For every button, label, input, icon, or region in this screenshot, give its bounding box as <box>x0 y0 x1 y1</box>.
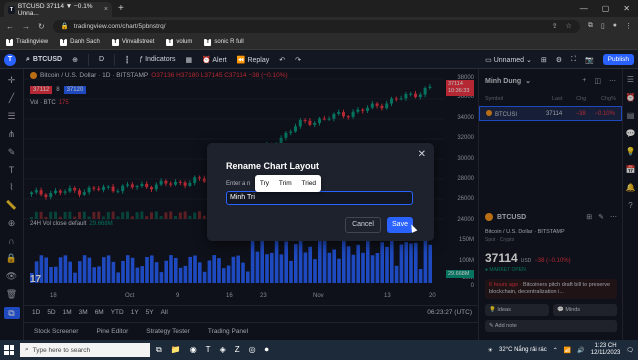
suggestion-item[interactable]: Trim <box>279 180 292 187</box>
compare-icon[interactable]: ⊕ <box>72 56 78 64</box>
indicators-button[interactable]: ƒ Indicators <box>139 56 175 63</box>
weather-icon[interactable]: ☀ <box>488 347 493 354</box>
settings-icon[interactable]: ⚙ <box>556 56 562 64</box>
profile-icon[interactable]: ● <box>613 22 617 30</box>
suggestion-item[interactable]: Try <box>260 180 269 187</box>
suggestion-item[interactable]: Tried <box>301 180 316 187</box>
extensions-icon[interactable]: ⧉ <box>588 22 593 30</box>
browser-icon[interactable]: ◎ <box>249 345 256 355</box>
forward-icon[interactable]: → <box>22 22 30 31</box>
tv-logo-icon[interactable]: T <box>4 53 16 66</box>
windows-start-icon[interactable] <box>4 345 14 355</box>
zalo-icon[interactable]: Z <box>235 345 240 355</box>
tradingview-favicon: T <box>8 5 15 14</box>
lock-icon: 🔒 <box>60 23 69 30</box>
bookmark-vinvallstreet[interactable]: T Vinvallstreet <box>111 38 154 46</box>
close-window-icon[interactable]: ✕ <box>623 4 630 13</box>
bookmark-danh-sach[interactable]: T Danh Sach <box>60 38 100 46</box>
tv-icon: T <box>60 38 68 46</box>
notifications-icon[interactable]: 🗨 <box>626 347 634 354</box>
close-tab-icon[interactable]: × <box>104 6 108 13</box>
bookmarks-bar: T Tradingview T Danh Sach T Vinvallstreet T… <box>0 35 638 50</box>
bookmark-sonic-r[interactable]: Tsonic R full <box>204 38 244 46</box>
address-bar: ← → ↻ 🔒 tradingview.com/chart/5pbnstrq/ … <box>0 17 638 35</box>
clock[interactable]: 1:23 CH 12/11/2023 <box>591 343 621 357</box>
record-icon[interactable]: ⏺ <box>265 345 269 355</box>
task-view-icon[interactable]: ⧉ <box>156 345 162 355</box>
reload-icon[interactable]: ↻ <box>38 22 45 31</box>
cancel-button[interactable]: Cancel <box>345 217 381 233</box>
divider <box>87 53 89 66</box>
maximize-icon[interactable]: ▢ <box>602 4 610 13</box>
url-text: tradingview.com/chart/5pbnstrq/ <box>73 22 166 30</box>
bookmark-tradingview[interactable]: T Tradingview <box>6 38 48 46</box>
tab-title: BTCUSD 37114 ▼ −0.1% Unna... <box>17 2 93 17</box>
file-explorer-icon[interactable]: 📁 <box>171 345 181 355</box>
dialog-title: Rename Chart Layout <box>226 161 320 171</box>
autocomplete-suggestions: Try Trim Tried <box>255 175 321 192</box>
rename-dialog: Rename Chart Layout ✕ Enter a n Minh Tri… <box>207 143 434 241</box>
browser-tabbar: T BTCUSD 37114 ▼ −0.1% Unna... × + — ▢ ✕ <box>0 0 638 17</box>
fullscreen-icon[interactable]: ⛶ <box>571 56 576 64</box>
tv-icon: T <box>204 38 212 46</box>
app-icon[interactable]: ◈ <box>220 345 226 355</box>
bookmark-volum[interactable]: Tvolum <box>166 38 192 46</box>
volume-icon[interactable]: 🔊 <box>577 347 584 354</box>
system-tray: ☀ 32°C Nắng rải rác ⌃ 📶 🔊 1:23 CH 12/11/… <box>488 343 634 357</box>
menu-icon[interactable]: ⋮ <box>625 22 632 30</box>
close-icon[interactable]: ✕ <box>418 149 426 160</box>
templates-icon[interactable]: ▦ <box>185 56 192 64</box>
layout-name-input[interactable]: Minh Tri <box>226 191 413 205</box>
share-icon[interactable]: ⇪ <box>552 22 558 30</box>
back-icon[interactable]: ← <box>6 22 14 31</box>
tv-icon: T <box>6 38 13 46</box>
chrome-icon[interactable]: ◉ <box>190 345 197 355</box>
browser-tab[interactable]: T BTCUSD 37114 ▼ −0.1% Unna... × <box>4 2 112 17</box>
layout-grid-icon[interactable]: ⊞ <box>541 56 547 64</box>
window-controls: — ▢ ✕ <box>580 4 638 13</box>
taskbar-apps: ⧉ 📁 ◉ T ◈ Z ◎ ⏺ <box>156 345 269 355</box>
new-tab-icon[interactable]: + <box>118 3 124 14</box>
tray-up-icon[interactable]: ⌃ <box>553 347 558 354</box>
sidebar-icon[interactable]: ▯ <box>601 22 605 30</box>
alert-button[interactable]: ⏰ Alert <box>202 56 227 64</box>
name-label: Enter a n <box>226 181 251 187</box>
taskbar-search[interactable]: ⌕ Type here to search <box>20 343 150 357</box>
star-icon[interactable]: ☆ <box>566 22 572 30</box>
symbol-search[interactable]: ⌕ BTCUSD <box>26 56 62 64</box>
windows-taskbar: ⌕ Type here to search ⧉ 📁 ◉ T ◈ Z ◎ ⏺ ☀ … <box>0 340 638 360</box>
redo-icon[interactable]: ↷ <box>295 56 301 64</box>
minimize-icon[interactable]: — <box>580 4 588 13</box>
camera-icon[interactable]: 📷 <box>585 56 594 64</box>
replay-button[interactable]: ⏪ Replay <box>237 56 269 64</box>
tv-icon: T <box>166 38 174 46</box>
search-icon: ⌕ <box>25 346 29 353</box>
layout-selector[interactable]: ▭ Unnamed ⌄ <box>485 56 532 64</box>
url-field[interactable]: 🔒 tradingview.com/chart/5pbnstrq/ ⇪ ☆ <box>52 19 580 33</box>
publish-button[interactable]: Publish <box>602 54 634 65</box>
search-icon: ⌕ <box>26 55 30 63</box>
interval-button[interactable]: D <box>99 56 104 63</box>
weather-text[interactable]: 32°C Nắng rải rác <box>499 347 547 353</box>
tradingview-app-icon[interactable]: T <box>206 345 211 355</box>
tv-icon: T <box>111 38 119 46</box>
divider <box>114 53 116 66</box>
chart-toolbar: T ⌕ BTCUSD ⊕ D ┇ ƒ Indicators ▦ ⏰ Alert … <box>0 51 638 69</box>
candles-icon[interactable]: ┇ <box>125 56 129 64</box>
undo-icon[interactable]: ↶ <box>279 56 285 64</box>
wifi-icon[interactable]: 📶 <box>564 347 571 354</box>
